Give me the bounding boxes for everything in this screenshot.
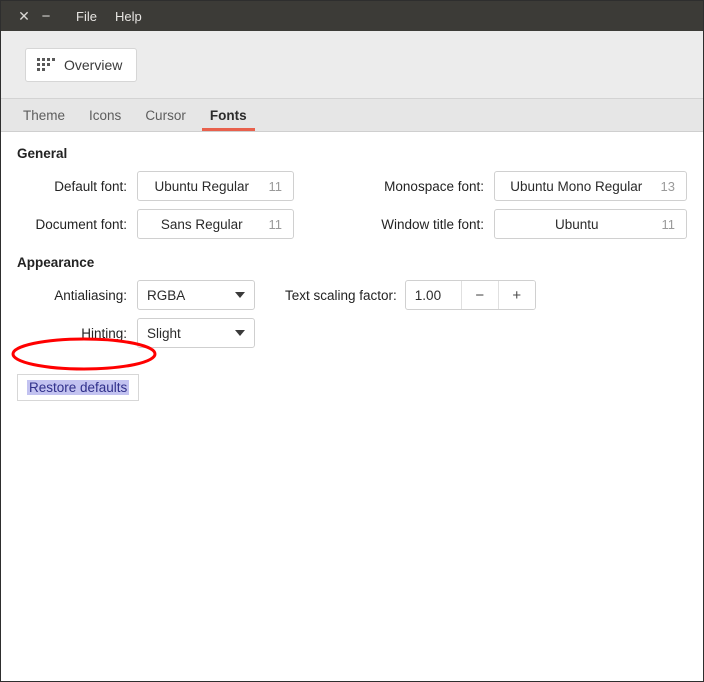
overview-button[interactable]: Overview <box>25 47 138 82</box>
text-scaling-increment-button[interactable]: + <box>497 281 535 309</box>
document-font-size: 11 <box>268 216 283 232</box>
row-default-monospace: Default font: Ubuntu Regular 11 Monospac… <box>15 171 689 201</box>
document-font-value: Sans Regular <box>160 216 243 232</box>
chevron-down-icon <box>235 330 245 336</box>
text-scaling-value[interactable]: 1.00 <box>406 281 461 309</box>
text-scaling-stepper[interactable]: 1.00 − + <box>404 280 536 310</box>
tab-bar: Theme Icons Cursor Fonts <box>1 99 703 132</box>
tab-cursor[interactable]: Cursor <box>133 104 198 131</box>
monospace-font-size: 13 <box>660 178 675 194</box>
hinting-label: Hinting: <box>81 325 127 341</box>
default-font-value: Ubuntu Regular <box>154 178 250 194</box>
monospace-font-label: Monospace font: <box>384 178 484 194</box>
menu-item-help[interactable]: Help <box>114 7 143 26</box>
hinting-value: Slight <box>147 325 181 341</box>
restore-defaults-link[interactable]: Restore defaults <box>17 374 140 401</box>
default-font-button[interactable]: Ubuntu Regular 11 <box>137 171 294 201</box>
window-title-font-size: 11 <box>661 216 676 232</box>
text-scaling-label: Text scaling factor: <box>285 287 397 303</box>
close-window-icon[interactable]: ✕ <box>13 5 35 27</box>
menu-item-file[interactable]: File <box>75 7 98 26</box>
restore-defaults-wrapper: Restore defaults <box>17 374 140 401</box>
monospace-font-value: Ubuntu Mono Regular <box>510 178 643 194</box>
tab-fonts[interactable]: Fonts <box>198 104 259 131</box>
document-font-button[interactable]: Sans Regular 11 <box>137 209 294 239</box>
overview-button-label: Overview <box>64 56 123 73</box>
minimize-window-icon[interactable]: − <box>35 5 57 27</box>
default-font-label: Default font: <box>54 178 127 194</box>
appearance-section-title: Appearance <box>17 255 95 270</box>
hinting-select[interactable]: Slight <box>137 318 255 348</box>
title-bar: ✕ − File Help <box>1 1 703 31</box>
monospace-font-button[interactable]: Ubuntu Mono Regular 13 <box>494 171 687 201</box>
general-section-title: General <box>17 146 68 161</box>
antialiasing-value: RGBA <box>147 287 186 303</box>
tab-icons[interactable]: Icons <box>77 104 133 131</box>
fonts-panel: General Default font: Ubuntu Regular 11 … <box>1 132 703 681</box>
antialiasing-label: Antialiasing: <box>54 287 127 303</box>
window-title-font-label: Window title font: <box>381 216 484 232</box>
grid-dots-icon <box>37 58 55 71</box>
chevron-down-icon <box>235 292 245 298</box>
restore-defaults-label: Restore defaults <box>27 380 130 395</box>
window-title-font-value: Ubuntu <box>554 216 599 232</box>
preferences-window: ✕ − File Help Overview Theme Icons Curso… <box>0 0 704 682</box>
row-document-windowtitle: Document font: Sans Regular 11 Window ti… <box>15 209 689 239</box>
row-hinting: Hinting: Slight <box>15 318 689 348</box>
window-title-font-button[interactable]: Ubuntu 11 <box>494 209 687 239</box>
row-antialiasing-scaling: Antialiasing: RGBA Text scaling factor: … <box>15 280 689 310</box>
tab-theme[interactable]: Theme <box>11 104 77 131</box>
antialiasing-select[interactable]: RGBA <box>137 280 255 310</box>
document-font-label: Document font: <box>35 216 127 232</box>
text-scaling-decrement-button[interactable]: − <box>460 281 498 309</box>
header-toolbar: Overview <box>1 31 703 99</box>
menu-bar: File Help <box>75 7 143 26</box>
default-font-size: 11 <box>268 178 283 194</box>
